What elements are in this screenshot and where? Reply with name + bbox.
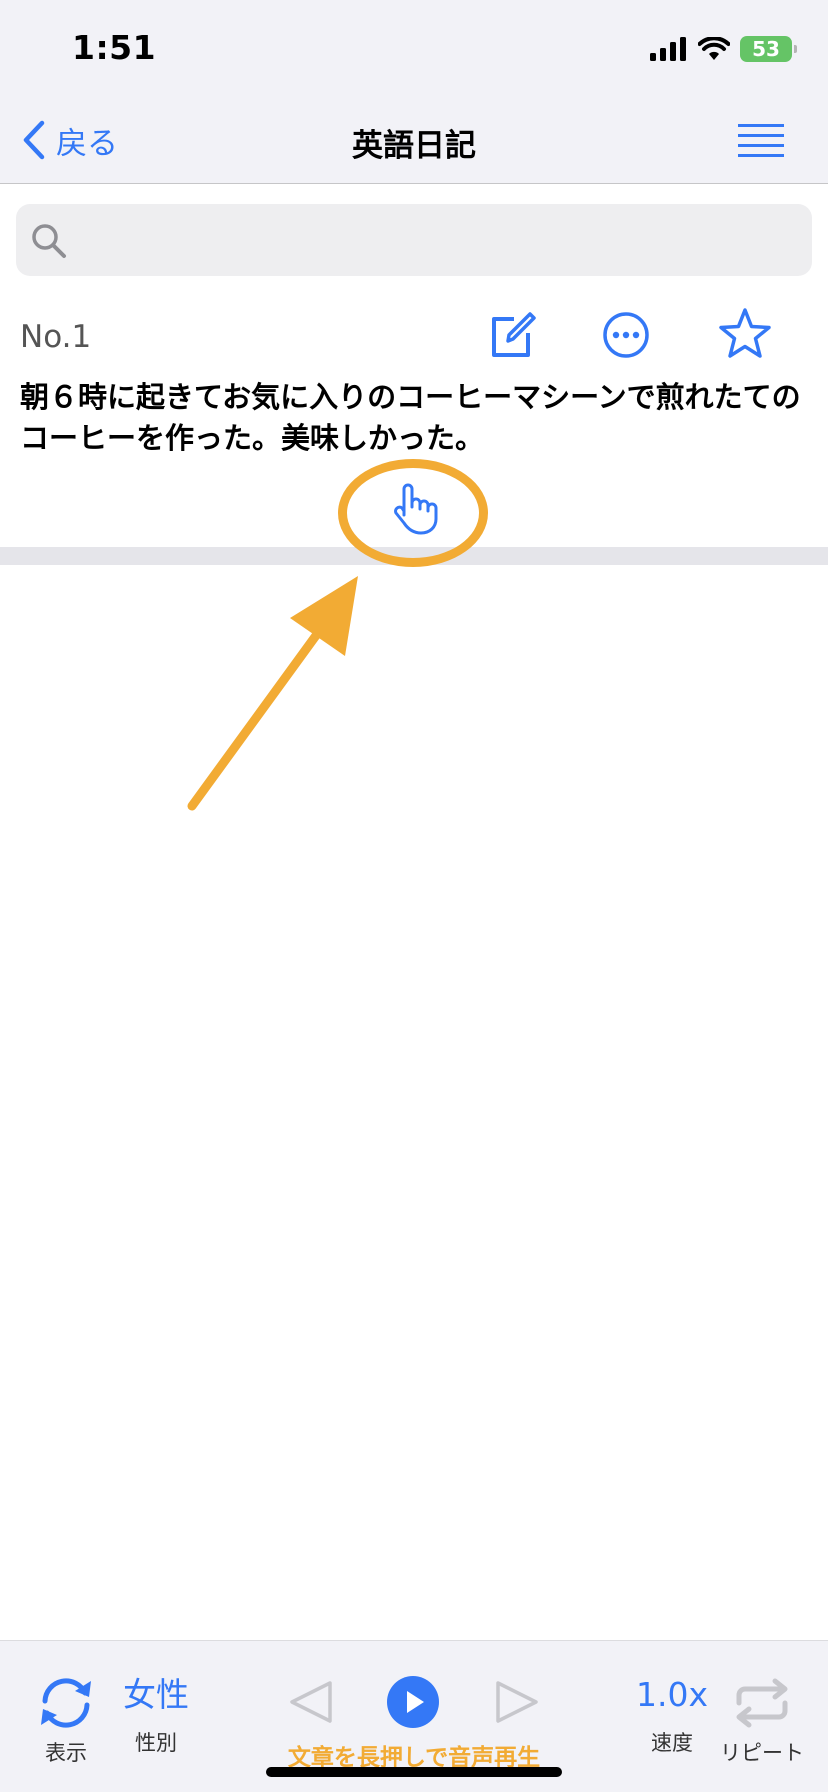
hamburger-menu-icon[interactable] <box>738 122 784 160</box>
repeat-icon <box>736 1678 788 1728</box>
refresh-icon <box>41 1678 91 1728</box>
battery-level: 53 <box>752 37 780 61</box>
gender-value: 女性 <box>123 1675 189 1714</box>
signal-icon <box>650 37 686 61</box>
speed-value: 1.0x <box>635 1675 708 1714</box>
next-icon[interactable] <box>494 1679 540 1725</box>
star-icon[interactable] <box>718 307 772 361</box>
play-button[interactable] <box>387 1676 439 1728</box>
entry-number: No.1 <box>20 319 92 355</box>
status-indicators: 53 <box>650 32 797 66</box>
entry-text[interactable]: 朝６時に起きてお気に入りのコーヒーマシーンで煎れたてのコーヒーを作った。美味しか… <box>20 377 810 459</box>
edit-icon[interactable] <box>488 311 536 359</box>
play-icon <box>407 1691 424 1713</box>
more-icon[interactable] <box>601 310 651 360</box>
search-icon <box>32 224 66 258</box>
status-time: 1:51 <box>72 28 157 67</box>
search-bar[interactable] <box>16 204 812 276</box>
highlight-ring <box>338 459 488 567</box>
nav-bar: 戻る 英語日記 <box>0 96 828 184</box>
search-input[interactable] <box>78 204 798 276</box>
bottom-toolbar: 表示 女性 性別 1.0x 速度 リピート 文章を長押しで音声再生 <box>0 1640 828 1792</box>
status-bar: 1:51 53 <box>0 0 828 96</box>
search-area <box>0 185 828 277</box>
annotation-arrow-icon <box>187 576 358 811</box>
page-title: 英語日記 <box>352 128 476 164</box>
home-indicator[interactable] <box>266 1767 562 1777</box>
battery-icon: 53 <box>740 36 797 62</box>
prev-icon[interactable] <box>288 1679 334 1725</box>
wifi-icon <box>698 37 730 60</box>
